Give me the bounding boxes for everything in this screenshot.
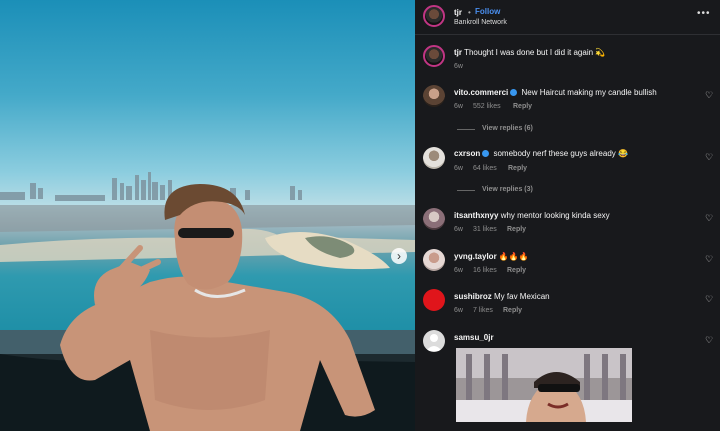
instagram-post-view: › tjr • Follow Bankroll Network ••• tjr … [0,0,720,431]
caption-time: 6w [454,63,463,70]
header-separator: • [468,8,471,17]
comment-yvng-taylor: yvng.taylor 🔥🔥🔥 [454,252,529,261]
comment-username[interactable]: samsu_0jr [454,333,494,342]
heart-icon[interactable]: ♡ [705,214,714,223]
comment-text: somebody nerf these guys already 😂 [493,149,628,158]
comment-vito: vito.commerci New Haircut making my cand… [454,88,657,97]
follow-button[interactable]: Follow [475,7,500,16]
more-horizontal-icon[interactable]: ••• [697,8,711,19]
comment-likes[interactable]: 7 likes [473,307,493,314]
default-avatar-icon [426,334,442,351]
comment-username[interactable]: itsanthxnyy [454,211,498,220]
caption-username[interactable]: tjr [454,48,462,57]
replies-divider [457,129,475,130]
comment-username[interactable]: cxrson [454,149,480,158]
comment-username[interactable]: yvng.taylor [454,252,497,261]
comment-time: 6w [454,103,463,110]
reply-button[interactable]: Reply [507,226,526,233]
caption-text: Thought I was done but I did it again 💫 [464,48,606,57]
comment-username[interactable]: vito.commerci [454,88,508,97]
verified-icon [482,150,490,158]
comment-avatar-itsanthxnyy[interactable] [423,208,445,230]
reply-button[interactable]: Reply [507,267,526,274]
comment-likes[interactable]: 31 likes [473,226,497,233]
reply-button[interactable]: Reply [508,165,527,172]
comment-username[interactable]: sushibroz [454,292,492,301]
comment-time: 6w [454,226,463,233]
author-avatar[interactable] [423,5,445,27]
author-subtitle[interactable]: Bankroll Network [454,19,507,26]
comment-text: New Haircut making my candle bullish [521,88,657,97]
comment-itsanthxnyy: itsanthxnyy why mentor looking kinda sex… [454,211,610,220]
gif-illustration [456,348,632,422]
comment-avatar-cxrson[interactable] [423,147,445,169]
next-photo-button[interactable]: › [391,248,407,264]
view-replies-button[interactable]: View replies (6) [482,125,533,132]
author-username[interactable]: tjr [454,8,462,17]
comment-avatar-vito[interactable] [423,85,445,107]
heart-icon[interactable]: ♡ [705,153,714,162]
reply-button[interactable]: Reply [513,103,532,110]
comment-text: why mentor looking kinda sexy [500,211,610,220]
heart-icon[interactable]: ♡ [705,336,714,345]
comment-samsu: samsu_0jr [454,333,494,342]
comment-gif[interactable] [456,348,632,422]
comment-avatar-yvng-taylor[interactable] [423,249,445,271]
comment-likes[interactable]: 64 likes [473,165,497,172]
post-photo[interactable]: › [0,0,415,431]
comment-time: 6w [454,267,463,274]
replies-divider [457,190,475,191]
comment-likes[interactable]: 16 likes [473,267,497,274]
heart-icon[interactable]: ♡ [705,295,714,304]
heart-icon[interactable]: ♡ [705,255,714,264]
comment-avatar-sushibroz[interactable] [423,289,445,311]
view-replies-button[interactable]: View replies (3) [482,186,533,193]
comment-likes[interactable]: 552 likes [473,103,501,110]
comment-text: My fav Mexican [494,292,550,301]
comment-cxrson: cxrson somebody nerf these guys already … [454,149,628,158]
verified-icon [510,89,518,97]
reply-button[interactable]: Reply [503,307,522,314]
comment-time: 6w [454,165,463,172]
header-divider [415,34,720,35]
comment-text: 🔥🔥🔥 [498,252,529,261]
comment-avatar-samsu[interactable] [423,330,445,352]
comment-time: 6w [454,307,463,314]
caption-avatar[interactable] [423,45,445,67]
caption: tjr Thought I was done but I did it agai… [454,48,605,57]
comment-sushibroz: sushibroz My fav Mexican [454,292,550,301]
photo-illustration [0,172,415,431]
heart-icon[interactable]: ♡ [705,91,714,100]
